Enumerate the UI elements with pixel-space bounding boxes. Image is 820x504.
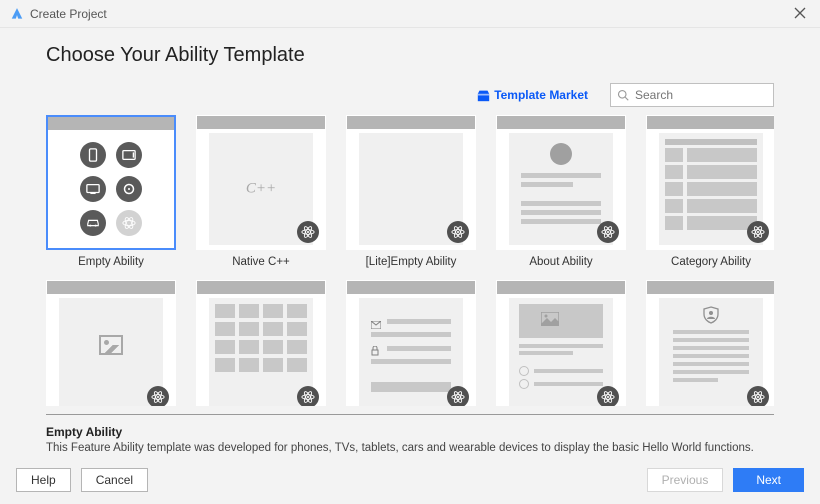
atomic-badge-icon: [297, 221, 319, 243]
car-icon: [80, 210, 106, 236]
watch-icon: [116, 176, 142, 202]
search-input[interactable]: [610, 83, 774, 107]
tv-icon: [80, 176, 106, 202]
template-label: [Lite]Empty Ability: [366, 256, 457, 272]
phone-icon: [80, 142, 106, 168]
titlebar: Create Project: [0, 0, 820, 28]
search-field[interactable]: [635, 88, 790, 102]
template-card-about[interactable]: [496, 115, 626, 250]
button-bar: Help Cancel Previous Next: [0, 458, 820, 504]
atomic-badge-icon: [597, 221, 619, 243]
app-logo-icon: [10, 7, 24, 21]
atomic-icon: [116, 210, 142, 236]
template-grid: Empty Ability C++ Native C++: [46, 115, 774, 406]
atomic-badge-icon: [297, 386, 319, 406]
image-icon: [541, 312, 559, 331]
template-market-link[interactable]: Template Market: [477, 88, 588, 102]
search-icon: [617, 89, 629, 101]
image-icon: [99, 335, 123, 355]
atomic-badge-icon: [747, 221, 769, 243]
template-card-10[interactable]: [646, 280, 774, 406]
template-card-empty-ability[interactable]: [46, 115, 176, 250]
template-card-6[interactable]: [46, 280, 176, 406]
previous-button: Previous: [647, 468, 724, 492]
lock-icon: [371, 343, 381, 353]
template-card-8[interactable]: [346, 280, 476, 406]
shield-user-icon: [702, 306, 720, 324]
atomic-badge-icon: [747, 386, 769, 406]
template-card-category[interactable]: [646, 115, 774, 250]
template-label: Empty Ability: [78, 256, 144, 272]
template-label: Native C++: [232, 256, 290, 272]
atomic-badge-icon: [147, 386, 169, 406]
template-card-9[interactable]: [496, 280, 626, 406]
help-button[interactable]: Help: [16, 468, 71, 492]
template-card-7[interactable]: [196, 280, 326, 406]
description-text: This Feature Ability template was develo…: [46, 442, 774, 454]
template-card-lite-empty[interactable]: [346, 115, 476, 250]
cpp-glyph: C++: [246, 181, 276, 198]
atomic-badge-icon: [447, 386, 469, 406]
atomic-badge-icon: [597, 386, 619, 406]
template-description: Empty Ability This Feature Ability templ…: [46, 414, 774, 454]
next-button[interactable]: Next: [733, 468, 804, 492]
close-icon[interactable]: [790, 6, 810, 22]
mail-icon: [371, 316, 381, 326]
page-title: Choose Your Ability Template: [46, 44, 774, 67]
template-label: About Ability: [529, 256, 592, 272]
template-label: Category Ability: [671, 256, 751, 272]
template-market-label: Template Market: [494, 88, 588, 102]
atomic-badge-icon: [447, 221, 469, 243]
store-icon: [477, 89, 490, 102]
description-title: Empty Ability: [46, 425, 774, 439]
cancel-button[interactable]: Cancel: [81, 468, 148, 492]
window-title: Create Project: [30, 7, 107, 21]
template-card-native-cpp[interactable]: C++: [196, 115, 326, 250]
tablet-icon: [116, 142, 142, 168]
